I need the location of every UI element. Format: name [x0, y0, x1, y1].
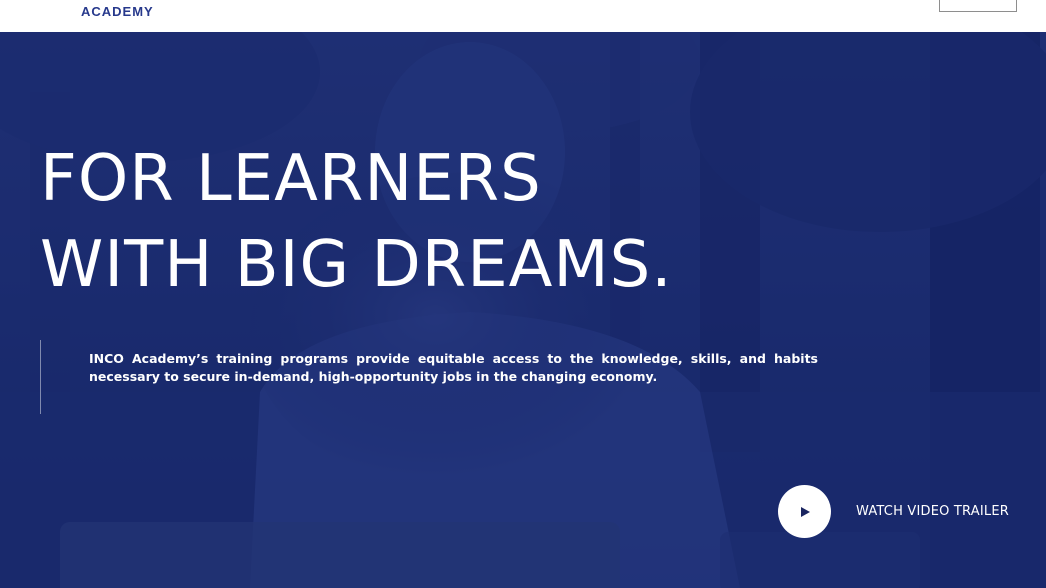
- hero-section: FOR LEARNERS WITH BIG DREAMS. INCO Acade…: [0, 32, 1046, 588]
- headline-line-1: FOR LEARNERS: [40, 142, 542, 216]
- hero-headline: FOR LEARNERS WITH BIG DREAMS.: [40, 136, 673, 308]
- play-icon: [800, 506, 810, 517]
- hero-description: INCO Academy’s training programs provide…: [89, 351, 818, 384]
- watch-trailer-button[interactable]: WATCH VIDEO TRAILER: [778, 485, 1009, 538]
- play-button[interactable]: [778, 485, 831, 538]
- logo[interactable]: ACADEMY: [81, 4, 154, 20]
- menu-button[interactable]: [939, 0, 1017, 12]
- description-divider: [40, 340, 41, 414]
- headline-line-2: WITH BIG DREAMS.: [40, 228, 673, 302]
- page: ACADEMY FOR LEARNERS WITH BIG DREAMS. IN…: [0, 0, 1046, 588]
- site-header: ACADEMY: [0, 0, 1046, 32]
- watch-trailer-label[interactable]: WATCH VIDEO TRAILER: [856, 504, 1009, 519]
